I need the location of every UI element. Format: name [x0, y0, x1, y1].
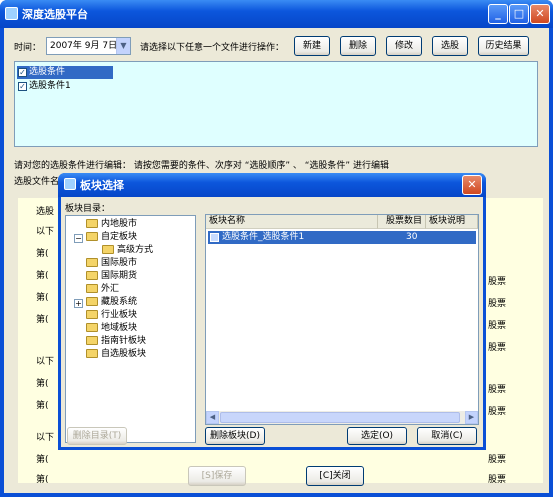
- ordinal-label: 第(: [36, 455, 49, 465]
- panel-label: 选股: [36, 207, 55, 217]
- below-label: 以下: [36, 227, 55, 237]
- folder-icon: [86, 258, 98, 267]
- block-select-dialog: 板块选择 ✕ 板块目录： 内地股市 − 自定板块 高级方式 国际股市 国际期货 …: [58, 173, 486, 450]
- dialog-close-icon[interactable]: ✕: [462, 175, 482, 195]
- stock-label: 股票: [488, 277, 507, 287]
- delete-dir-button[interactable]: 删除目录(T): [67, 427, 127, 445]
- scroll-left-icon[interactable]: ◀: [206, 411, 219, 424]
- dialog-client: 板块目录： 内地股市 − 自定板块 高级方式 国际股市 国际期货 外汇 + 藏股…: [61, 197, 483, 447]
- close-icon[interactable]: ✕: [530, 4, 550, 24]
- folder-icon: [86, 284, 98, 293]
- tree-node[interactable]: 藏股系统: [86, 296, 137, 309]
- maximize-icon[interactable]: □: [509, 4, 529, 24]
- cancel-button[interactable]: 取消(C): [417, 427, 477, 445]
- folder-icon: [86, 336, 98, 345]
- dialog-title: 板块选择: [80, 179, 124, 192]
- edit-hint: 请对您的选股条件进行编辑： 请按您需要的条件、次序对 “选股顺序” 、 “选股条…: [14, 161, 389, 171]
- stock-label: 股票: [488, 343, 507, 353]
- save-button[interactable]: [S]保存: [188, 466, 246, 486]
- ordinal-label: 第(: [36, 401, 49, 411]
- block-tree[interactable]: 内地股市 − 自定板块 高级方式 国际股市 国际期货 外汇 + 藏股系统 行业板…: [65, 215, 196, 443]
- ordinal-label: 第(: [36, 379, 49, 389]
- tree-node[interactable]: 高级方式: [102, 244, 153, 257]
- table-row[interactable]: 选股条件_选股条件1 30: [208, 231, 476, 244]
- folder-icon: [86, 349, 98, 358]
- column-header[interactable]: 板块名称: [206, 215, 378, 229]
- file-name-label: 选股文件名: [14, 177, 60, 187]
- dir-label: 板块目录：: [65, 204, 111, 214]
- checkbox[interactable]: ✓: [18, 82, 27, 91]
- date-value: 2007年 9月 7日: [50, 41, 118, 51]
- tree-node[interactable]: 国际期货: [86, 270, 137, 283]
- tree-node[interactable]: 行业板块: [86, 309, 137, 322]
- window-title: 深度选股平台: [22, 8, 88, 21]
- date-picker[interactable]: 2007年 9月 7日 ▼: [46, 37, 131, 55]
- ordinal-label: 第(: [36, 249, 49, 259]
- time-label: 时间：: [14, 43, 42, 53]
- dialog-app-icon: [64, 178, 76, 190]
- tree-node[interactable]: 外汇: [86, 283, 119, 296]
- folder-icon: [86, 219, 98, 228]
- file-list[interactable]: ✓ 选股条件 ✓ 选股条件1: [14, 61, 538, 147]
- below-label: 以下: [36, 357, 55, 367]
- tree-node[interactable]: 地域板块: [86, 322, 137, 335]
- scroll-right-icon[interactable]: ▶: [465, 411, 478, 424]
- ok-button[interactable]: 选定(O): [347, 427, 407, 445]
- stock-label: 股票: [488, 475, 507, 485]
- list-item[interactable]: ✓ 选股条件1: [17, 80, 71, 93]
- folder-icon: [86, 232, 98, 241]
- select-stock-button[interactable]: 选股: [432, 36, 468, 56]
- tree-node[interactable]: 国际股市: [86, 257, 137, 270]
- block-icon: [210, 233, 219, 242]
- block-table[interactable]: 板块名称 股票数目 板块说明 选股条件_选股条件1 30 ◀ ▶: [205, 214, 479, 425]
- list-item[interactable]: ✓ 选股条件: [17, 66, 113, 79]
- tree-node[interactable]: 内地股市: [86, 218, 137, 231]
- stock-label: 股票: [488, 407, 507, 417]
- checkbox[interactable]: ✓: [18, 68, 27, 77]
- ordinal-label: 第(: [36, 293, 49, 303]
- folder-icon: [86, 323, 98, 332]
- history-button[interactable]: 历史结果: [478, 36, 529, 56]
- close-button[interactable]: [C]关闭: [306, 466, 364, 486]
- ordinal-label: 第(: [36, 475, 49, 485]
- ordinal-label: 第(: [36, 271, 49, 281]
- minimize-icon[interactable]: _: [488, 4, 508, 24]
- main-titlebar[interactable]: 深度选股平台 _ □ ✕: [0, 0, 553, 28]
- folder-icon: [86, 271, 98, 280]
- stock-label: 股票: [488, 385, 507, 395]
- new-button[interactable]: 新建: [294, 36, 330, 56]
- collapse-icon[interactable]: −: [74, 234, 83, 243]
- folder-icon: [102, 245, 114, 254]
- expand-icon[interactable]: +: [74, 299, 83, 308]
- tree-node[interactable]: 指南针板块: [86, 335, 146, 348]
- instruction-label: 请选择以下任意一个文件进行操作：: [140, 43, 285, 53]
- below-label: 以下: [36, 433, 55, 443]
- scroll-thumb[interactable]: [220, 412, 460, 423]
- folder-icon: [86, 297, 98, 306]
- dialog-titlebar[interactable]: 板块选择 ✕: [58, 173, 486, 197]
- tree-node[interactable]: 自定板块: [86, 231, 137, 244]
- chevron-down-icon[interactable]: ▼: [116, 38, 130, 54]
- delete-block-button[interactable]: 删除板块(D): [205, 427, 265, 445]
- stock-label: 股票: [488, 455, 507, 465]
- column-header[interactable]: 板块说明: [426, 215, 478, 229]
- tree-node[interactable]: 自选股板块: [86, 348, 146, 361]
- column-header[interactable]: 股票数目: [378, 215, 426, 229]
- stock-label: 股票: [488, 321, 507, 331]
- stock-label: 股票: [488, 299, 507, 309]
- folder-icon: [86, 310, 98, 319]
- horizontal-scrollbar[interactable]: ◀ ▶: [206, 411, 478, 424]
- ordinal-label: 第(: [36, 315, 49, 325]
- app-icon: [5, 7, 18, 20]
- modify-button[interactable]: 修改: [386, 36, 422, 56]
- delete-button[interactable]: 删除: [340, 36, 376, 56]
